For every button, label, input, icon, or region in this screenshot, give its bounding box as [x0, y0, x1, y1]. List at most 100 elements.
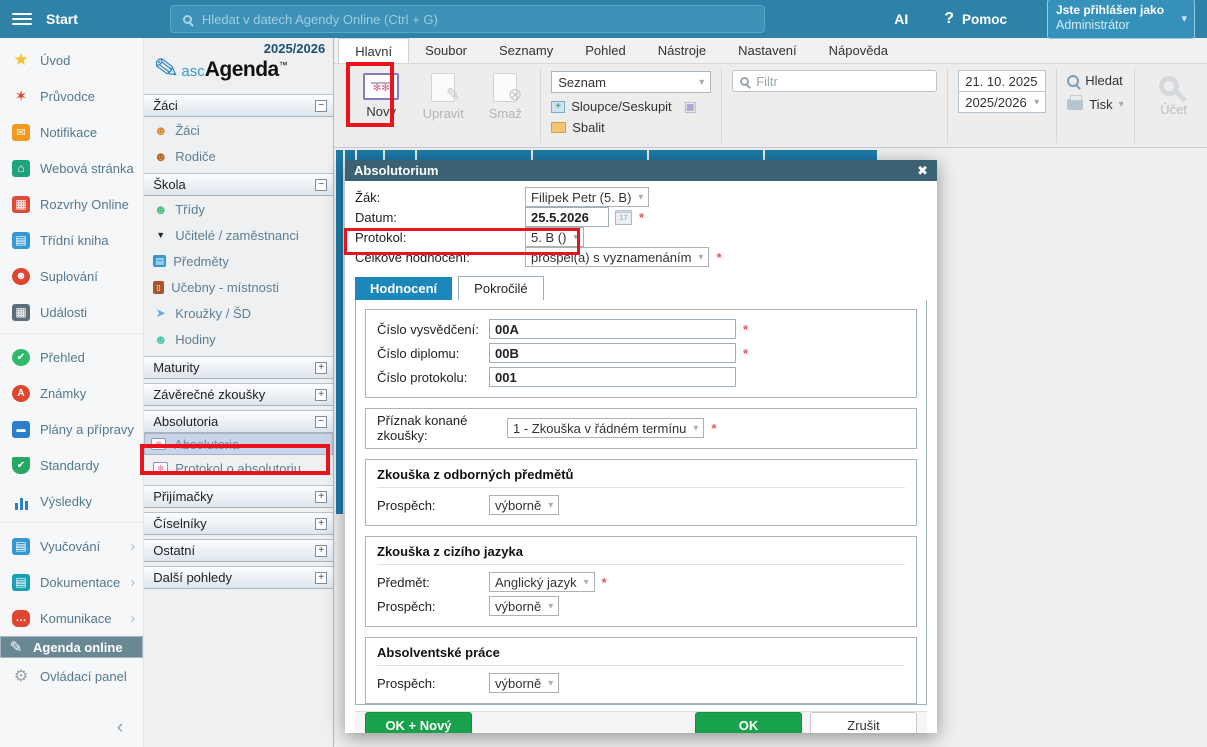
expand-toggle-icon[interactable]: + — [315, 362, 327, 374]
tree-item-rodice[interactable]: ☻ Rodiče — [144, 143, 333, 169]
vocational-grade-select[interactable]: výborně ▾ — [489, 495, 559, 515]
pen-icon: ✎ — [7, 639, 25, 656]
ai-button[interactable]: AI — [894, 11, 908, 27]
sidebar-item-prehled[interactable]: ✔ Přehled — [0, 339, 143, 375]
collapse-toggle-icon[interactable]: − — [315, 179, 327, 191]
tree-section-zaci[interactable]: Žáci − — [144, 94, 333, 117]
sidebar-item-tridni-kniha[interactable]: ▤ Třídní kniha — [0, 222, 143, 258]
tree-item-ucebny[interactable]: ▯ Učebny - místnosti — [144, 274, 333, 300]
tree-item-hodiny[interactable]: ☻ Hodiny — [144, 326, 333, 352]
expand-toggle-icon[interactable]: + — [315, 491, 327, 503]
menu-napoveda[interactable]: Nápověda — [813, 38, 904, 63]
columns-group-button[interactable]: + Sloupce/Seskupit ▣ — [551, 98, 711, 115]
asc-agenda-logo[interactable]: ✎ asc Agenda ™ — [144, 56, 333, 90]
save-disk-icon[interactable]: ▣ — [684, 98, 697, 115]
sidebar-item-ovladaci-panel[interactable]: ⚙ Ovládací panel — [0, 658, 143, 694]
tree-section-maturity[interactable]: Maturity + — [144, 356, 333, 379]
view-select[interactable]: Seznam ▾ — [551, 71, 711, 93]
delete-record-button[interactable]: ⊗ Smaž — [480, 70, 530, 121]
tree-item-zaci[interactable]: ☻ Žáci — [144, 117, 333, 143]
print-button[interactable]: Tisk ▾ — [1067, 97, 1123, 112]
sidebar-item-pruvodce[interactable]: ✶ Průvodce — [0, 78, 143, 114]
overall-grade-select[interactable]: prospěl(a) s vyznamenáním ▾ — [525, 247, 709, 267]
date-input[interactable] — [525, 207, 609, 227]
exam-flag-select[interactable]: 1 - Zkouška v řádném termínu ▾ — [507, 418, 704, 438]
sidebar-item-plany-a-pripravy[interactable]: ▬ Plány a přípravy — [0, 411, 143, 447]
tree-section-ostatni[interactable]: Ostatní + — [144, 539, 333, 562]
sidebar-item-rozvrhy-online[interactable]: ▦ Rozvrhy Online — [0, 186, 143, 222]
menu-soubor[interactable]: Soubor — [409, 38, 483, 63]
tree-item-krouzky[interactable]: ➤ Kroužky / ŠD — [144, 300, 333, 326]
tree-section-ciselniky[interactable]: Číselníky + — [144, 512, 333, 535]
student-select[interactable]: Filipek Petr (5. B) ▾ — [525, 187, 649, 207]
sidebar-item-vysledky[interactable]: Výsledky — [0, 483, 143, 519]
calendar-picker-icon[interactable]: 17 — [615, 210, 632, 225]
tree-item-absolutoria[interactable]: ✻ Absolutoria — [144, 433, 333, 455]
tree-item-predmety[interactable]: ▤ Předměty — [144, 248, 333, 274]
ok-button[interactable]: OK — [695, 712, 802, 733]
tab-pokrocile[interactable]: Pokročilé — [458, 276, 543, 300]
close-icon[interactable]: ✖ — [917, 163, 928, 179]
tree-item-tridy[interactable]: ☻ Třídy — [144, 196, 333, 222]
sidebar-item-udalosti[interactable]: ▦ Události — [0, 294, 143, 330]
edit-record-button[interactable]: ✎ Upravit — [418, 70, 468, 121]
thesis-grade-select[interactable]: výborně ▾ — [489, 673, 559, 693]
ok-and-new-button[interactable]: OK + Nový — [365, 712, 472, 733]
tree-section-skola[interactable]: Škola − — [144, 173, 333, 196]
toolbar: ✻✻ Nový ✎ Upravit ⊗ Smaž Sez — [334, 64, 1207, 148]
start-menu-label[interactable]: Start — [46, 11, 78, 27]
sidebar-item-agenda-online[interactable]: ✎ Agenda online — [0, 636, 143, 658]
sidebar-item-uvod[interactable]: ★ Úvod — [0, 42, 143, 78]
dialog-title-bar[interactable]: Absolutorium ✖ — [345, 160, 937, 181]
menu-nastroje[interactable]: Nástroje — [642, 38, 722, 63]
current-date-field[interactable]: 21. 10. 2025 — [958, 70, 1046, 92]
sidebar-item-standardy[interactable]: ✔ Standardy — [0, 447, 143, 483]
menu-hlavni[interactable]: Hlavní — [338, 38, 409, 63]
filter-input[interactable] — [756, 74, 932, 89]
logged-in-user-dropdown[interactable]: Jste přihlášen jako Administrátor ▾ — [1047, 0, 1195, 39]
tree-section-prijimacky[interactable]: Přijímačky + — [144, 485, 333, 508]
global-search-box[interactable] — [170, 5, 765, 33]
certificate-number-input[interactable] — [489, 319, 736, 339]
expand-toggle-icon[interactable]: + — [315, 545, 327, 557]
protocol-number-input[interactable] — [489, 367, 736, 387]
help-button[interactable]: ? Pomoc — [944, 10, 1007, 28]
global-search-input[interactable] — [202, 12, 752, 27]
menu-pohled[interactable]: Pohled — [569, 38, 641, 63]
language-grade-select[interactable]: výborně ▾ — [489, 596, 559, 616]
collapse-toggle-icon[interactable]: − — [315, 100, 327, 112]
filter-box[interactable] — [732, 70, 937, 92]
language-subject-select[interactable]: Anglický jazyk ▾ — [489, 572, 595, 592]
key-icon — [1159, 76, 1179, 96]
expand-toggle-icon[interactable]: + — [315, 518, 327, 530]
tree-item-protokol-o-absolutoriu[interactable]: ✻ Protokol o absolutoriu — [144, 455, 333, 481]
sidebar-item-vyucovani[interactable]: ▤ Vyučování › — [0, 528, 143, 564]
expand-toggle-icon[interactable]: + — [315, 389, 327, 401]
diploma-number-input[interactable] — [489, 343, 736, 363]
sidebar-item-suplovani[interactable]: ☻ Suplování — [0, 258, 143, 294]
sidebar-item-notifikace[interactable]: ✉ Notifikace — [0, 114, 143, 150]
tab-hodnoceni[interactable]: Hodnocení — [355, 277, 452, 300]
menu-seznamy[interactable]: Seznamy — [483, 38, 569, 63]
tree-section-dalsi-pohledy[interactable]: Další pohledy + — [144, 566, 333, 589]
hamburger-menu-icon[interactable] — [12, 13, 32, 25]
search-button[interactable]: Hledat — [1067, 73, 1123, 88]
sidebar-item-dokumentace[interactable]: ▤ Dokumentace › — [0, 564, 143, 600]
tree-section-absolutoria[interactable]: Absolutoria − — [144, 410, 333, 433]
sidebar-item-webova-stranka[interactable]: ⌂ Webová stránka — [0, 150, 143, 186]
protocol-select[interactable]: 5. B () ▾ — [525, 227, 584, 247]
expand-toggle-icon[interactable]: + — [315, 572, 327, 584]
sidebar-item-komunikace[interactable]: … Komunikace › — [0, 600, 143, 636]
tree-section-zaverecne-zkousky[interactable]: Závěrečné zkoušky + — [144, 383, 333, 406]
sidebar-collapse-button[interactable]: ‹ — [0, 715, 143, 747]
collapse-rows-button[interactable]: Sbalit — [551, 120, 711, 135]
new-record-button[interactable]: ✻✻ Nový — [356, 70, 406, 119]
cancel-button[interactable]: Zrušit — [810, 712, 917, 733]
menu-nastaveni[interactable]: Nastavení — [722, 38, 813, 63]
account-button[interactable]: Účet — [1145, 70, 1203, 117]
school-year-select[interactable]: 2025/2026 ▾ — [958, 91, 1046, 113]
sidebar-item-znamky[interactable]: A Známky — [0, 375, 143, 411]
tree-item-ucitele[interactable]: ▼ Učitelé / zaměstnanci — [144, 222, 333, 248]
collapse-toggle-icon[interactable]: − — [315, 416, 327, 428]
chat-bubble-icon: … — [12, 610, 30, 627]
